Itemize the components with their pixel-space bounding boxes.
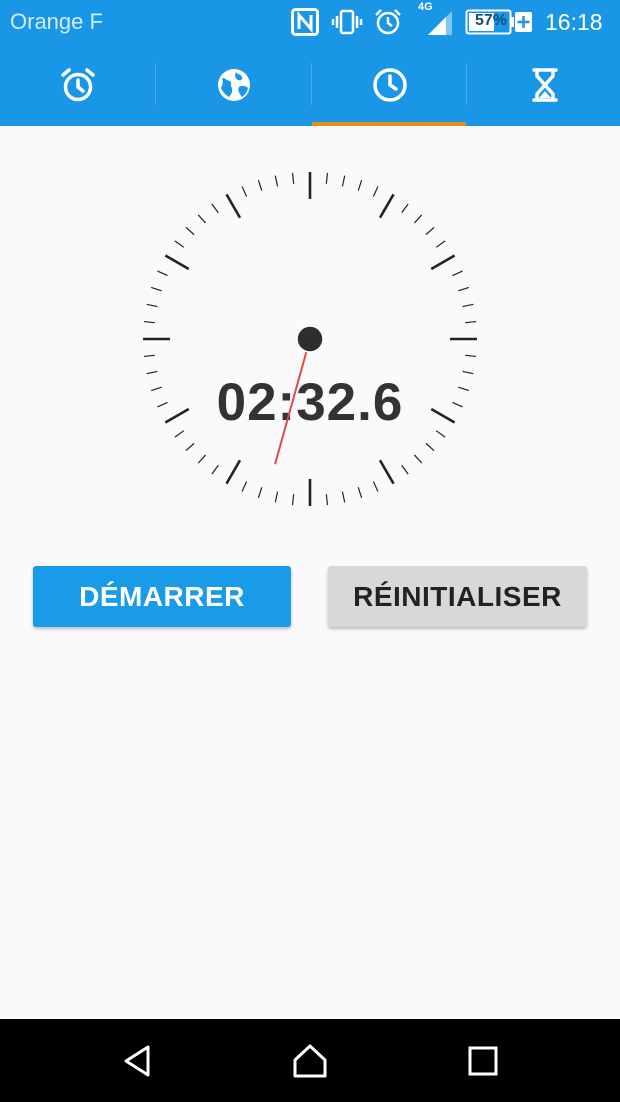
dial-major-tick xyxy=(378,193,395,219)
dial-minor-tick xyxy=(291,494,295,506)
dial-minor-tick xyxy=(372,186,379,197)
status-bar: Orange F 4G 57% 16:18 xyxy=(0,0,620,43)
alarm-status-icon xyxy=(375,9,401,35)
network-type: 4G xyxy=(418,1,433,13)
stopwatch-screen: Orange F 4G 57% 16:18 02:32.6 DÉMARRER R… xyxy=(0,0,620,1102)
dial-minor-tick xyxy=(257,179,263,191)
dial-minor-tick xyxy=(274,175,279,187)
alarm-clock-icon xyxy=(60,67,95,101)
dial-minor-tick xyxy=(146,303,158,308)
dial-minor-tick xyxy=(197,214,207,224)
tab-stopwatch[interactable] xyxy=(312,43,467,126)
status-time: 16:18 xyxy=(545,9,603,35)
dial-minor-tick xyxy=(174,240,185,248)
dial-minor-tick xyxy=(372,481,379,492)
battery-percent: 57% xyxy=(475,12,508,29)
home-icon xyxy=(293,1044,327,1078)
dial-minor-tick xyxy=(425,442,435,452)
dial-minor-tick xyxy=(357,179,363,191)
dial-minor-tick xyxy=(452,270,463,277)
dial-minor-tick xyxy=(357,487,363,499)
dial-minor-tick xyxy=(341,491,346,503)
hourglass-icon xyxy=(531,67,558,102)
dial-minor-tick xyxy=(185,442,195,452)
tab-bar xyxy=(0,43,620,126)
dial-major-tick xyxy=(225,193,242,219)
dial-minor-tick xyxy=(257,487,263,499)
dial-major-tick xyxy=(225,459,242,485)
dial-minor-tick xyxy=(143,354,155,358)
globe-icon xyxy=(217,68,250,101)
tab-world-clock[interactable] xyxy=(156,43,311,126)
dial-major-tick xyxy=(378,459,395,485)
dial-minor-tick xyxy=(143,320,155,324)
reset-button[interactable]: RÉINITIALISER xyxy=(328,566,587,627)
dial-minor-tick xyxy=(462,303,474,308)
dial-minor-tick xyxy=(325,494,329,506)
dial-minor-tick xyxy=(241,481,248,492)
dial-minor-tick xyxy=(401,203,409,214)
dial-minor-tick xyxy=(291,172,295,184)
stopwatch-dial xyxy=(143,172,477,506)
recents-square-icon xyxy=(468,1046,498,1076)
dial-minor-tick xyxy=(458,286,470,292)
back-button[interactable] xyxy=(110,1033,166,1089)
recents-button[interactable] xyxy=(455,1033,511,1089)
dial-minor-tick xyxy=(465,354,477,358)
carrier-name: Orange F xyxy=(10,9,103,34)
start-button[interactable]: DÉMARRER xyxy=(33,566,291,627)
dial-minor-tick xyxy=(435,240,446,248)
dial-minor-tick xyxy=(150,286,162,292)
tab-timer[interactable] xyxy=(467,43,620,126)
dial-minor-tick xyxy=(401,464,409,475)
vibrate-icon xyxy=(331,9,363,35)
dial-minor-tick xyxy=(465,320,477,324)
dial-minor-tick xyxy=(211,203,219,214)
dial-minor-tick xyxy=(211,464,219,475)
dial-minor-tick xyxy=(185,226,195,236)
tab-alarm[interactable] xyxy=(0,43,155,126)
dial-minor-tick xyxy=(341,175,346,187)
dial-minor-tick xyxy=(197,454,207,464)
dial-major-tick xyxy=(430,254,456,271)
dial-major-tick xyxy=(164,254,190,271)
back-triangle-icon xyxy=(124,1045,150,1077)
navigation-bar xyxy=(0,1019,620,1102)
dial-minor-tick xyxy=(413,454,423,464)
dial-minor-tick xyxy=(325,172,329,184)
selected-tab-indicator xyxy=(312,122,466,126)
dial-minor-tick xyxy=(157,270,168,277)
elapsed-time: 02:32.6 xyxy=(216,373,404,432)
stopwatch-icon xyxy=(372,67,407,102)
nfc-icon xyxy=(291,8,319,36)
dial-minor-tick xyxy=(413,214,423,224)
dial-minor-tick xyxy=(274,491,279,503)
dial-minor-tick xyxy=(425,226,435,236)
home-button[interactable] xyxy=(282,1033,338,1089)
dial-minor-tick xyxy=(241,186,248,197)
